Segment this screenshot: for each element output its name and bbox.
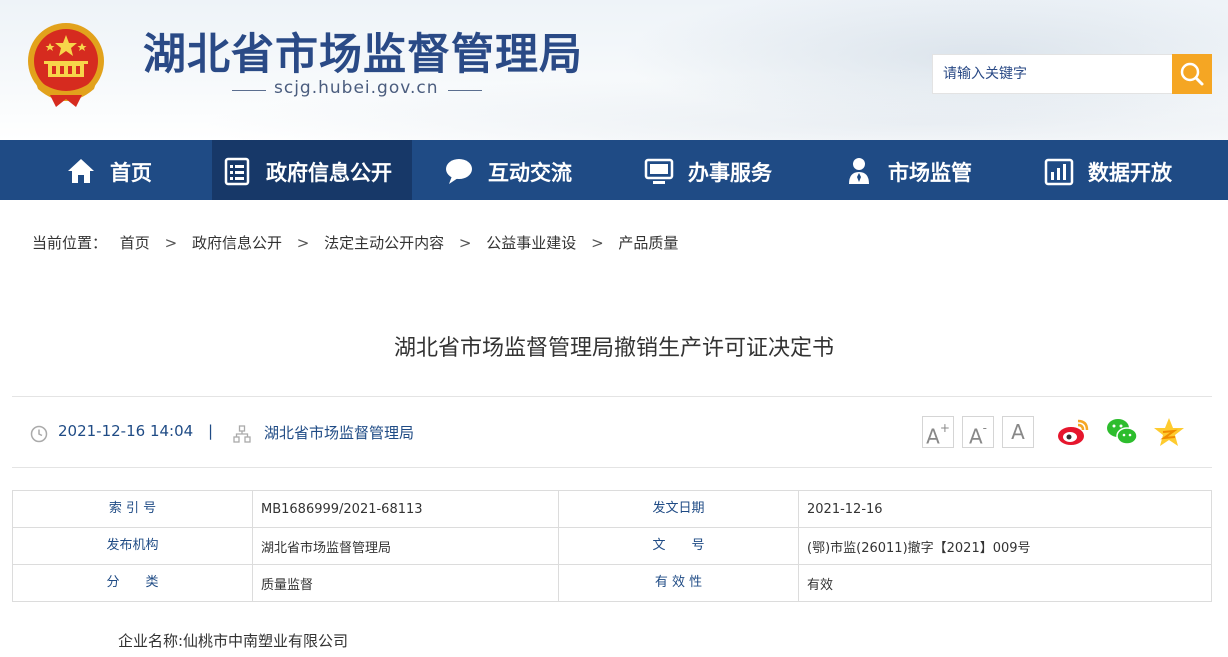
publisher-label: 发布机构: [12, 527, 253, 565]
clock-icon: [30, 425, 48, 443]
issue-date-label: 发文日期: [558, 490, 799, 528]
breadcrumb-item-gov-info[interactable]: 政府信息公开: [192, 232, 282, 253]
article-body-line: 企业名称:仙桃市中南塑业有限公司: [118, 632, 349, 650]
monitor-icon: [644, 158, 674, 184]
index-number-value: MB1686999/2021-68113: [252, 490, 559, 528]
nav-item-market-supervision[interactable]: 市场监管: [818, 140, 1018, 200]
nav-item-home[interactable]: 首页: [0, 140, 210, 200]
main-nav: 首页 政府信息公开 互动交流 办事服务 市场监管 数据开放: [0, 140, 1228, 200]
validity-value: 有效: [798, 564, 1212, 602]
document-number-label: 文 号: [558, 527, 799, 565]
breadcrumb: 当前位置： 首页 > 政府信息公开 > 法定主动公开内容 > 公益事业建设 > …: [32, 232, 678, 253]
breadcrumb-separator: >: [296, 234, 310, 252]
search-input[interactable]: [933, 55, 1173, 93]
breadcrumb-separator: >: [458, 234, 472, 252]
divider: [12, 396, 1212, 397]
font-reset-button[interactable]: A: [1002, 416, 1034, 448]
divider: [12, 467, 1212, 468]
qzone-icon[interactable]: [1152, 416, 1186, 448]
weibo-icon[interactable]: [1056, 416, 1090, 448]
national-emblem-icon[interactable]: [20, 17, 112, 109]
breadcrumb-item-home[interactable]: 首页: [120, 232, 150, 253]
publish-datetime: 2021-12-16 14:04: [58, 422, 194, 440]
search-button[interactable]: [1172, 54, 1212, 94]
nav-label: 政府信息公开: [266, 161, 392, 185]
index-number-label: 索 引 号: [12, 490, 253, 528]
meta-divider: |: [208, 422, 214, 440]
search-icon: [1180, 62, 1204, 86]
nav-label: 首页: [110, 161, 152, 185]
organization-icon: [233, 425, 251, 443]
search-box: [932, 54, 1212, 94]
document-list-icon: [224, 157, 250, 186]
table-row: 索 引 号 MB1686999/2021-68113 发文日期 2021-12-…: [12, 490, 1212, 528]
category-value: 质量监督: [252, 564, 559, 602]
chat-bubble-icon: [446, 159, 472, 184]
breadcrumb-item-product-quality[interactable]: 产品质量: [618, 232, 678, 253]
wechat-icon[interactable]: [1105, 416, 1139, 448]
nav-label: 市场监管: [888, 161, 972, 185]
article-source: 湖北省市场监督管理局: [264, 424, 415, 442]
site-url-row: scjg.hubei.gov.cn: [232, 78, 482, 102]
font-increase-button[interactable]: A+: [922, 416, 954, 449]
site-header: 湖北省市场监督管理局 scjg.hubei.gov.cn: [0, 0, 1228, 140]
table-row: 分 类 质量监督 有 效 性 有效: [12, 564, 1212, 602]
issue-date-value: 2021-12-16: [798, 490, 1212, 528]
nav-item-services[interactable]: 办事服务: [616, 140, 816, 200]
home-icon: [68, 159, 94, 183]
nav-label: 互动交流: [488, 161, 572, 185]
category-label: 分 类: [12, 564, 253, 602]
validity-label: 有 效 性: [558, 564, 799, 602]
font-decrease-button[interactable]: A-: [962, 416, 994, 449]
inspector-icon: [849, 158, 869, 184]
breadcrumb-separator: >: [164, 234, 178, 252]
nav-label: 办事服务: [688, 161, 772, 185]
nav-item-open-data[interactable]: 数据开放: [1020, 140, 1228, 200]
article-title: 湖北省市场监督管理局撤销生产许可证决定书: [393, 336, 834, 361]
publisher-value: 湖北省市场监督管理局: [252, 527, 559, 565]
nav-item-gov-info[interactable]: 政府信息公开: [212, 140, 412, 200]
nav-item-interaction[interactable]: 互动交流: [414, 140, 614, 200]
breadcrumb-item-statutory[interactable]: 法定主动公开内容: [324, 232, 444, 253]
table-row: 发布机构 湖北省市场监督管理局 文 号 (鄂)市监(26011)撤字【2021】…: [12, 527, 1212, 565]
decorative-line: [448, 90, 482, 91]
document-info-table: 索 引 号 MB1686999/2021-68113 发文日期 2021-12-…: [12, 490, 1212, 602]
site-title[interactable]: 湖北省市场监督管理局: [143, 20, 583, 82]
breadcrumb-prefix: 当前位置：: [32, 234, 108, 252]
nav-label: 数据开放: [1088, 161, 1172, 185]
site-url: scjg.hubei.gov.cn: [274, 78, 439, 98]
breadcrumb-separator: >: [591, 234, 604, 252]
bar-chart-icon: [1044, 158, 1074, 186]
decorative-line: [232, 90, 266, 91]
breadcrumb-item-public-welfare[interactable]: 公益事业建设: [486, 232, 576, 253]
document-number-value: (鄂)市监(26011)撤字【2021】009号: [798, 527, 1212, 565]
